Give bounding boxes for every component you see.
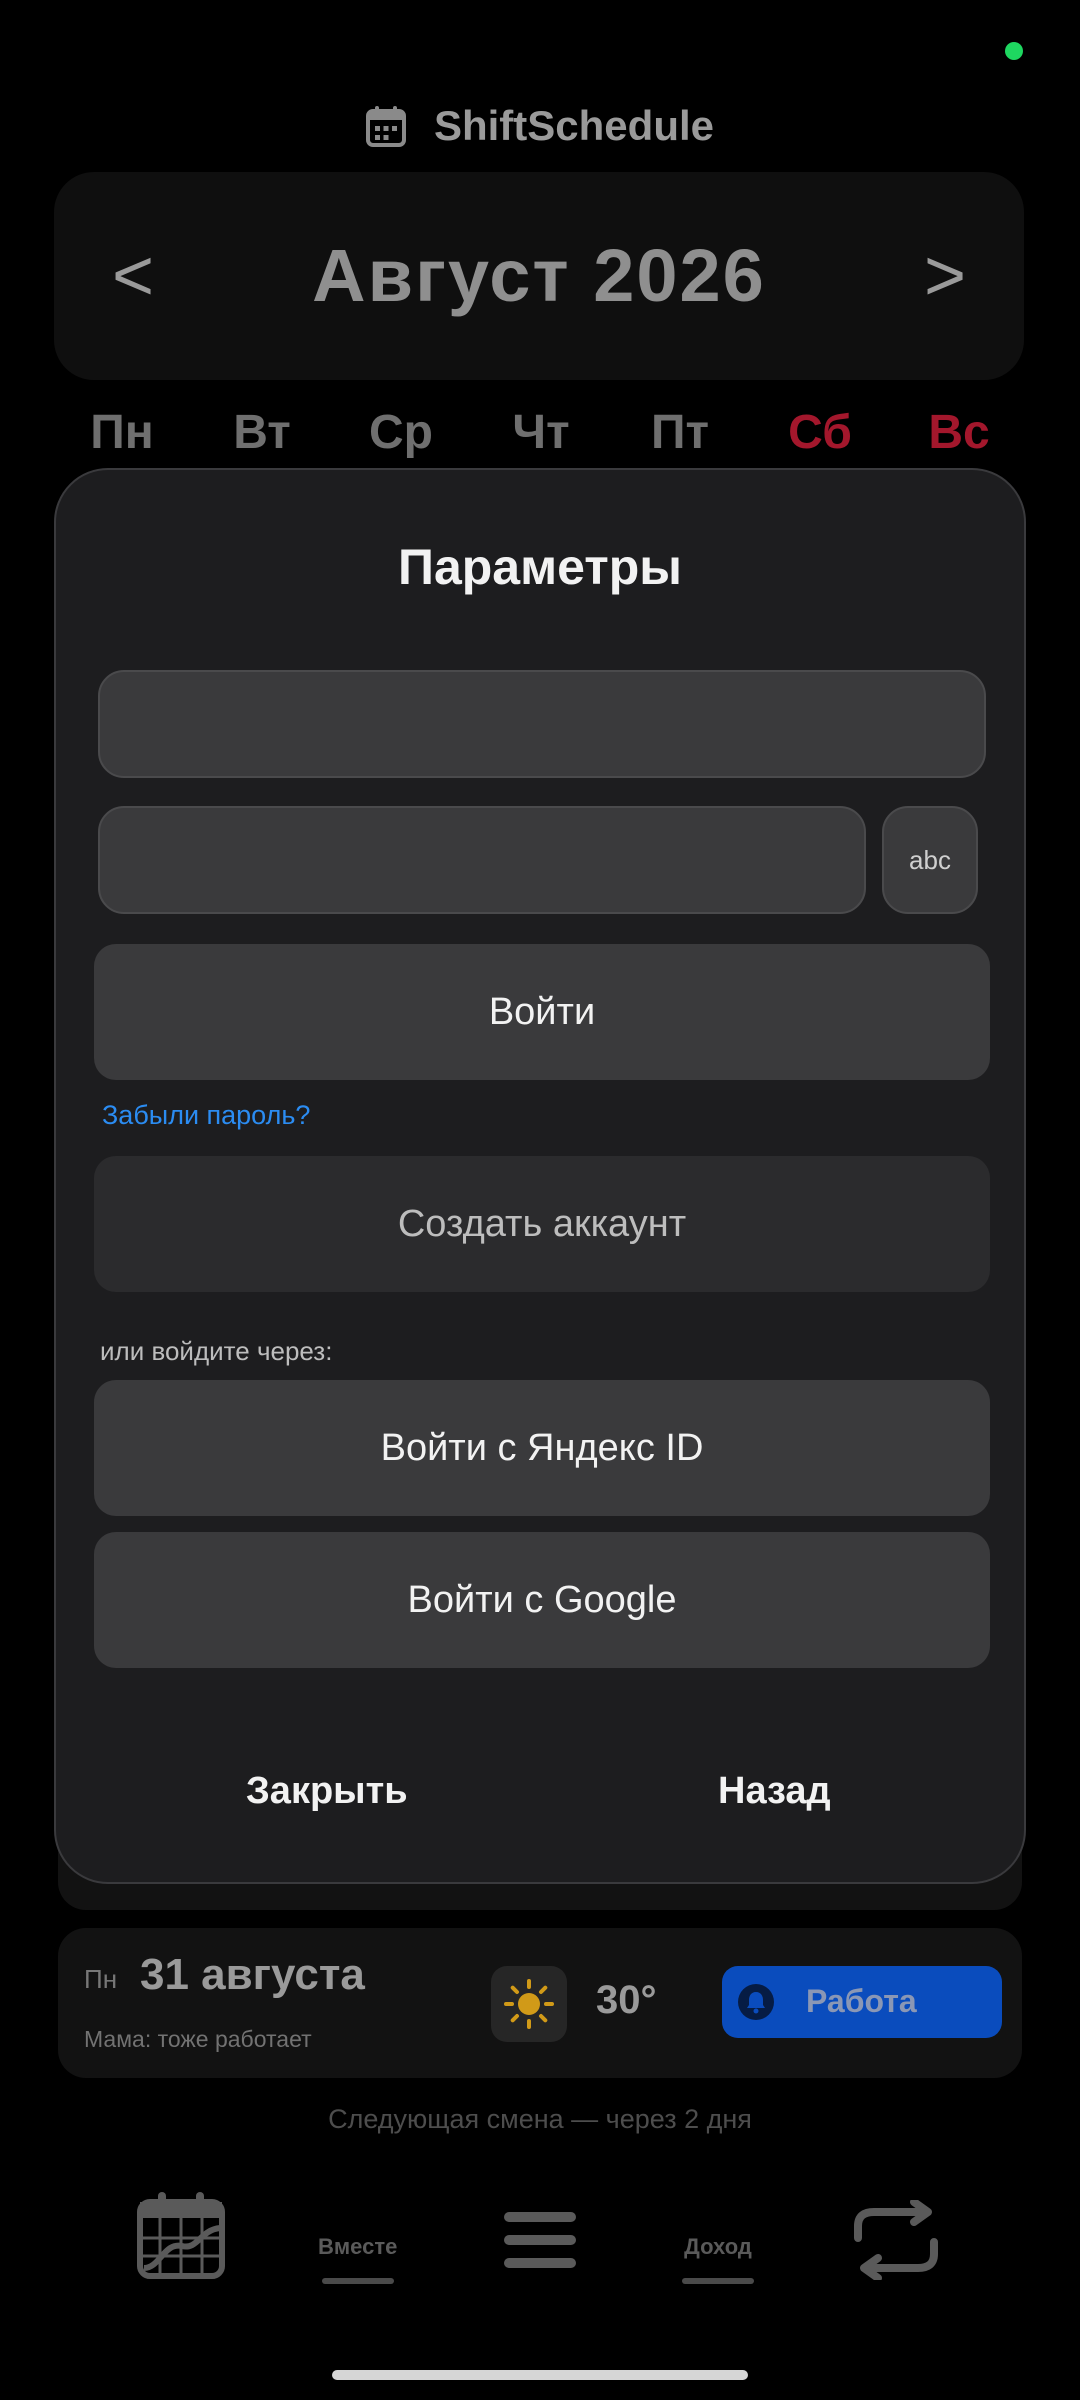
weekday-thu: Чт <box>512 406 570 459</box>
back-button[interactable]: Назад <box>718 1770 831 1813</box>
nav-income-indicator <box>682 2278 754 2284</box>
day-note: Мама: тоже работает <box>84 2026 312 2052</box>
nav-income-label: Доход <box>684 2234 752 2259</box>
nav-together[interactable]: Вместе <box>318 2234 397 2284</box>
nav-together-label: Вместе <box>318 2234 398 2259</box>
sync-icon <box>848 2198 944 2285</box>
work-status-button[interactable]: Работа <box>722 1966 1002 2038</box>
login-button[interactable]: Войти <box>94 944 990 1080</box>
bottom-nav: Вместе Доход <box>0 2190 1080 2310</box>
home-indicator[interactable] <box>332 2370 748 2380</box>
close-button[interactable]: Закрыть <box>246 1770 408 1813</box>
menu-icon <box>502 2210 578 2275</box>
weekday-mon: Пн <box>90 406 154 459</box>
or-login-with-text: или войдите через: <box>100 1336 333 1366</box>
app-title: ShiftSchedule <box>433 102 715 149</box>
day-date: 31 августа <box>140 1950 365 1999</box>
nav-calendar[interactable] <box>136 2190 226 2285</box>
login-input[interactable] <box>100 672 984 776</box>
day-card[interactable]: Пн 31 августа Мама: тоже работает 30° Ра… <box>58 1928 1022 2078</box>
bell-icon <box>738 1984 774 2020</box>
next-month-button[interactable]: > <box>924 172 966 380</box>
weekday-tue: Вт <box>233 406 291 459</box>
day-of-week: Пн <box>84 1964 118 1994</box>
settings-dialog: Параметры abc Войти Забыли пароль? Созда… <box>54 468 1026 1884</box>
google-login-button[interactable]: Войти с Google <box>94 1532 990 1668</box>
login-field[interactable] <box>98 670 986 778</box>
app-header: ShiftSchedule <box>0 96 1080 156</box>
nav-together-indicator <box>321 2278 394 2284</box>
next-shift-text: Следующая смена — через 2 дня <box>328 2104 752 2134</box>
nav-sync[interactable] <box>848 2198 944 2285</box>
weekday-header: Пн Вт Ср Чт Пт Сб Вс <box>0 405 1080 475</box>
month-title: Август 2026 <box>312 234 766 317</box>
weekday-fri: Пт <box>650 406 709 459</box>
weekday-wed: Ср <box>369 406 433 459</box>
nav-income[interactable]: Доход <box>682 2234 754 2284</box>
forgot-password-link[interactable]: Забыли пароль? <box>102 1100 310 1131</box>
work-status-label: Работа <box>806 1983 917 2019</box>
calendar-icon <box>365 105 406 147</box>
dialog-title: Параметры <box>398 539 682 595</box>
calendar-chart-icon <box>136 2190 226 2285</box>
password-input[interactable] <box>100 808 864 912</box>
nav-menu[interactable] <box>502 2210 578 2275</box>
yandex-login-button[interactable]: Войти с Яндекс ID <box>94 1380 990 1516</box>
password-field[interactable] <box>98 806 866 914</box>
weekday-sun: Вс <box>928 406 990 459</box>
weekday-sat: Сб <box>788 406 852 459</box>
show-password-toggle[interactable]: abc <box>882 806 978 914</box>
status-dot <box>1005 42 1023 60</box>
sun-icon <box>491 1966 567 2042</box>
create-account-button[interactable]: Создать аккаунт <box>94 1156 990 1292</box>
temperature: 30° <box>596 1978 657 2022</box>
month-navigator: < Август 2026 > <box>54 172 1024 380</box>
